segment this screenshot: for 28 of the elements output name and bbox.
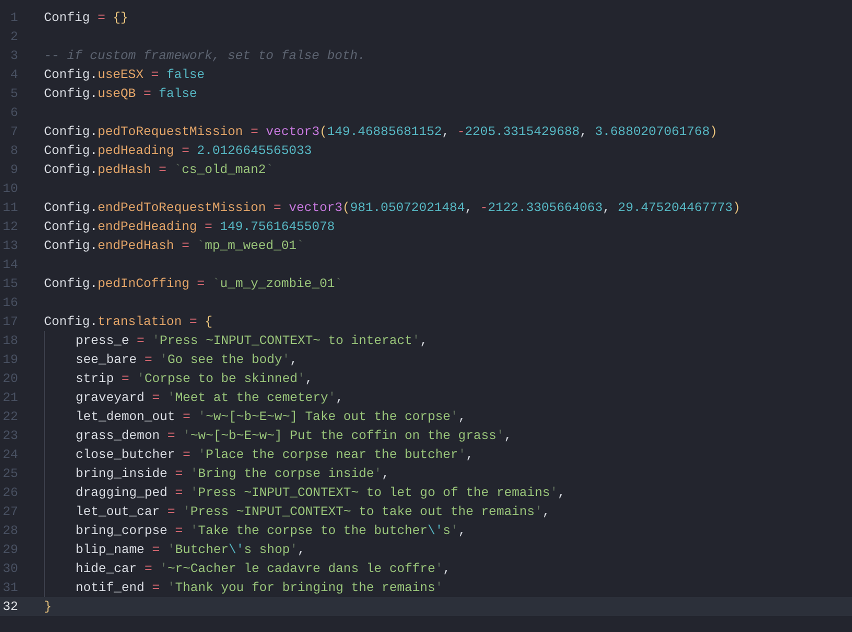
code-line: notif_end = 'Thank you for bringing the remains' [76, 579, 443, 597]
code-line: Config.useQB = false [44, 85, 198, 103]
code-line: bring_corpse = 'Take the corpse to the butcher\'s', [76, 522, 466, 540]
code-line: grass_demon = '~w~[~b~E~w~] Put the coffin on the grass', [76, 427, 512, 445]
code-line: Config.pedToRequestMission = vector3(149.46885681152, -2205.3315429688, 3.6880207061768) [44, 123, 718, 141]
code-line: Config.pedHash = `cs_old_man2` [44, 161, 274, 179]
code-line: Config.endPedToRequestMission = vector3(981.05072021484, -2122.3305664063, 29.475204467773) [44, 199, 740, 217]
code-line: strip = 'Corpse to be skinned', [76, 370, 313, 388]
code-line: graveyard = 'Meet at the cemetery', [76, 389, 344, 407]
code-line: blip_name = 'Butcher\'s shop', [76, 541, 306, 559]
code-line: Config.endPedHash = `mp_m_weed_01` [44, 237, 304, 255]
code-line: hide_car = '~r~Cacher le cadavre dans le coffre', [76, 560, 451, 578]
code-line: let_demon_out = '~w~[~b~E~w~] Take out the corpse', [76, 408, 466, 426]
code-line: bring_inside = 'Bring the corpse inside', [76, 465, 390, 483]
line-number: 32 [2, 598, 18, 616]
code-line: let_out_car = 'Press ~INPUT_CONTEXT~ to take out the remains', [76, 503, 550, 521]
code-line: dragging_ped = 'Press ~INPUT_CONTEXT~ to let go of the remains', [76, 484, 566, 502]
code-line: Config.pedHeading = 2.0126645565033 [44, 142, 312, 160]
code-line: see_bare = 'Go see the body', [76, 351, 298, 369]
code-line: Config.pedInCoffing = `u_m_y_zombie_01` [44, 275, 342, 293]
code-line: Config.useESX = false [44, 66, 205, 84]
code-line: -- if custom framework, set to false both. [44, 47, 366, 65]
code-line: Config = {} [44, 9, 128, 27]
code-line: Config.translation = { [44, 313, 212, 331]
code-line: Config.endPedHeading = 149.75616455078 [44, 218, 335, 236]
code-line: } [44, 598, 52, 616]
code-line: close_butcher = 'Place the corpse near the butcher', [76, 446, 474, 464]
code-line: press_e = 'Press ~INPUT_CONTEXT~ to interact', [76, 332, 428, 350]
